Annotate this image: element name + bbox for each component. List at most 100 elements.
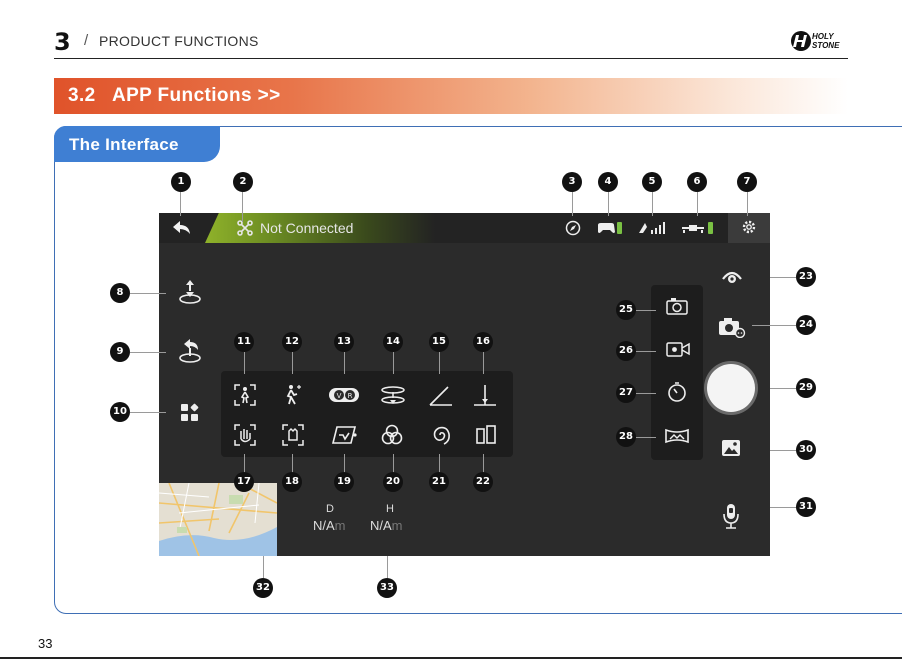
flight-modes-icon[interactable] <box>179 403 201 425</box>
callout-marker-8: 8 <box>110 283 130 303</box>
drone-battery-icon <box>681 221 715 237</box>
back-arrow-icon[interactable] <box>171 219 193 239</box>
distance-readout: N/Am <box>313 518 346 533</box>
compass-icon[interactable] <box>564 220 582 238</box>
tap-fly-icon[interactable] <box>328 423 360 449</box>
callout-marker-22: 22 <box>473 472 493 492</box>
callout-marker-24: 24 <box>796 315 816 335</box>
leader-line <box>770 277 796 278</box>
callout-marker-2: 2 <box>233 172 253 192</box>
callout-marker-33: 33 <box>377 578 397 598</box>
brand-logo: HOLY STONE <box>790 30 848 52</box>
chapter-number: 3 <box>54 28 71 56</box>
leader-line <box>636 351 656 352</box>
leader-line <box>393 454 394 474</box>
leader-line <box>244 454 245 474</box>
leader-line <box>263 556 264 578</box>
circle-fly-icon[interactable] <box>379 383 407 409</box>
follow-me-icon[interactable] <box>232 383 258 409</box>
callout-marker-10: 10 <box>110 402 130 422</box>
callout-marker-4: 4 <box>598 172 618 192</box>
controller-battery-icon <box>597 221 623 237</box>
gear-icon <box>740 219 758 237</box>
custom-flight-path-icon[interactable] <box>427 383 455 409</box>
voice-control-icon[interactable] <box>721 503 741 531</box>
gallery-icon[interactable] <box>720 439 742 459</box>
header-slash: / <box>84 32 89 49</box>
drone-connection-icon <box>236 220 254 238</box>
height-label: H <box>386 503 394 515</box>
filter-icon[interactable] <box>379 423 405 449</box>
leader-line <box>608 192 609 216</box>
callout-marker-20: 20 <box>383 472 403 492</box>
timer-icon[interactable] <box>665 381 689 403</box>
height-readout: N/Am <box>370 518 403 533</box>
distance-value: N/A <box>313 518 335 533</box>
callout-marker-9: 9 <box>110 342 130 362</box>
split-screen-icon[interactable] <box>473 423 499 449</box>
callout-marker-25: 25 <box>616 300 636 320</box>
callout-marker-28: 28 <box>616 427 636 447</box>
leader-line <box>244 352 245 374</box>
connection-status: Not Connected <box>260 220 354 236</box>
leader-line <box>770 507 796 508</box>
callout-marker-6: 6 <box>687 172 707 192</box>
takeoff-land-icon[interactable] <box>176 277 204 305</box>
leader-line <box>770 388 796 389</box>
leader-line <box>393 352 394 374</box>
app-screen: Not Connected VR D N/Am H N/Am <box>159 213 770 556</box>
leader-line <box>652 192 653 216</box>
photo-mode-icon[interactable] <box>665 297 689 317</box>
gesture-video-icon[interactable] <box>280 423 306 449</box>
callout-marker-29: 29 <box>796 378 816 398</box>
leader-line <box>130 352 166 353</box>
leader-line <box>292 454 293 474</box>
leader-line <box>292 352 293 374</box>
brand-logo-mark <box>791 31 811 51</box>
leader-line <box>636 310 656 311</box>
callout-marker-11: 11 <box>234 332 254 352</box>
gesture-photo-icon[interactable] <box>232 423 258 449</box>
page-number: 33 <box>38 636 53 651</box>
leader-line <box>636 437 656 438</box>
callout-marker-23: 23 <box>796 267 816 287</box>
leader-line <box>572 192 573 216</box>
callout-marker-14: 14 <box>383 332 403 352</box>
gps-signal-icon <box>638 221 666 237</box>
distance-label: D <box>326 503 334 515</box>
settings-button[interactable] <box>728 213 770 243</box>
vr-icon[interactable]: VR <box>328 385 360 407</box>
panorama-icon[interactable] <box>664 427 690 447</box>
leader-line <box>747 192 748 216</box>
flight-mode-panel <box>221 371 513 457</box>
svg-text:R: R <box>348 392 353 400</box>
callout-marker-18: 18 <box>282 472 302 492</box>
leader-line <box>387 556 388 578</box>
callout-marker-21: 21 <box>429 472 449 492</box>
leader-line <box>752 325 796 326</box>
video-mode-icon[interactable] <box>665 340 691 360</box>
camera-tilt-icon[interactable] <box>720 267 744 287</box>
spiral-icon[interactable] <box>427 423 453 449</box>
interface-tab: The Interface <box>54 126 220 162</box>
callout-marker-3: 3 <box>562 172 582 192</box>
callout-marker-16: 16 <box>473 332 493 352</box>
leader-line <box>439 352 440 374</box>
waypoint-altitude-icon[interactable] <box>471 383 499 409</box>
mini-map[interactable] <box>159 483 277 556</box>
leader-line <box>180 192 181 216</box>
callout-marker-12: 12 <box>282 332 302 352</box>
callout-marker-19: 19 <box>334 472 354 492</box>
leader-line <box>130 412 166 413</box>
point-of-interest-icon[interactable] <box>280 383 306 409</box>
camera-settings-icon[interactable] <box>718 316 746 339</box>
return-home-icon[interactable] <box>176 336 204 364</box>
leader-line <box>697 192 698 216</box>
leader-line <box>344 454 345 474</box>
shutter-button[interactable] <box>707 364 755 412</box>
callout-marker-26: 26 <box>616 341 636 361</box>
leader-line <box>483 454 484 474</box>
brand-logo-text: HOLY STONE <box>812 32 840 50</box>
interface-tab-label: The Interface <box>69 135 179 154</box>
height-value: N/A <box>370 518 392 533</box>
